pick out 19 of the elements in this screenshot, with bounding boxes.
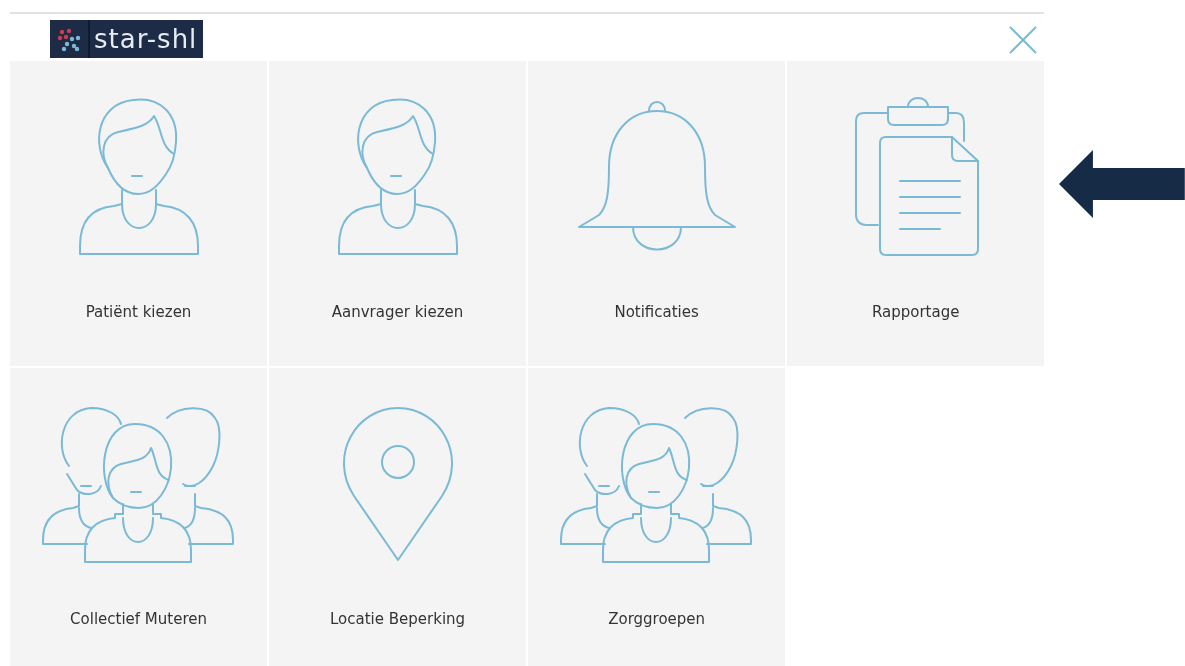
menu-tile[interactable]: Rapportage xyxy=(787,61,1045,366)
menu-tile[interactable]: Aanvrager kiezen xyxy=(269,61,527,366)
arrow-icon xyxy=(1059,150,1185,218)
tile-label: Notificaties xyxy=(614,303,699,321)
tile-label: Locatie Beperking xyxy=(330,610,466,628)
close-icon[interactable] xyxy=(1008,24,1039,55)
tile-label: Patiënt kiezen xyxy=(85,303,192,321)
menu-tile[interactable]: Patiënt kiezen xyxy=(10,61,268,366)
tile-label: Rapportage xyxy=(871,303,960,321)
menu-tile[interactable]: Zorggroepen xyxy=(528,368,786,666)
menu-tile[interactable]: Collectief Muteren xyxy=(10,368,268,666)
tile-label: Collectief Muteren xyxy=(70,610,207,628)
menu-tile[interactable]: Locatie Beperking xyxy=(269,368,527,666)
person-icon xyxy=(77,96,200,258)
logo-text: star-shl xyxy=(94,23,198,54)
tile-label: Zorggroepen xyxy=(608,610,706,628)
person-icon xyxy=(336,96,459,258)
menu-tile[interactable]: Notificaties xyxy=(528,61,786,366)
tile-label: Aanvrager kiezen xyxy=(331,303,464,321)
